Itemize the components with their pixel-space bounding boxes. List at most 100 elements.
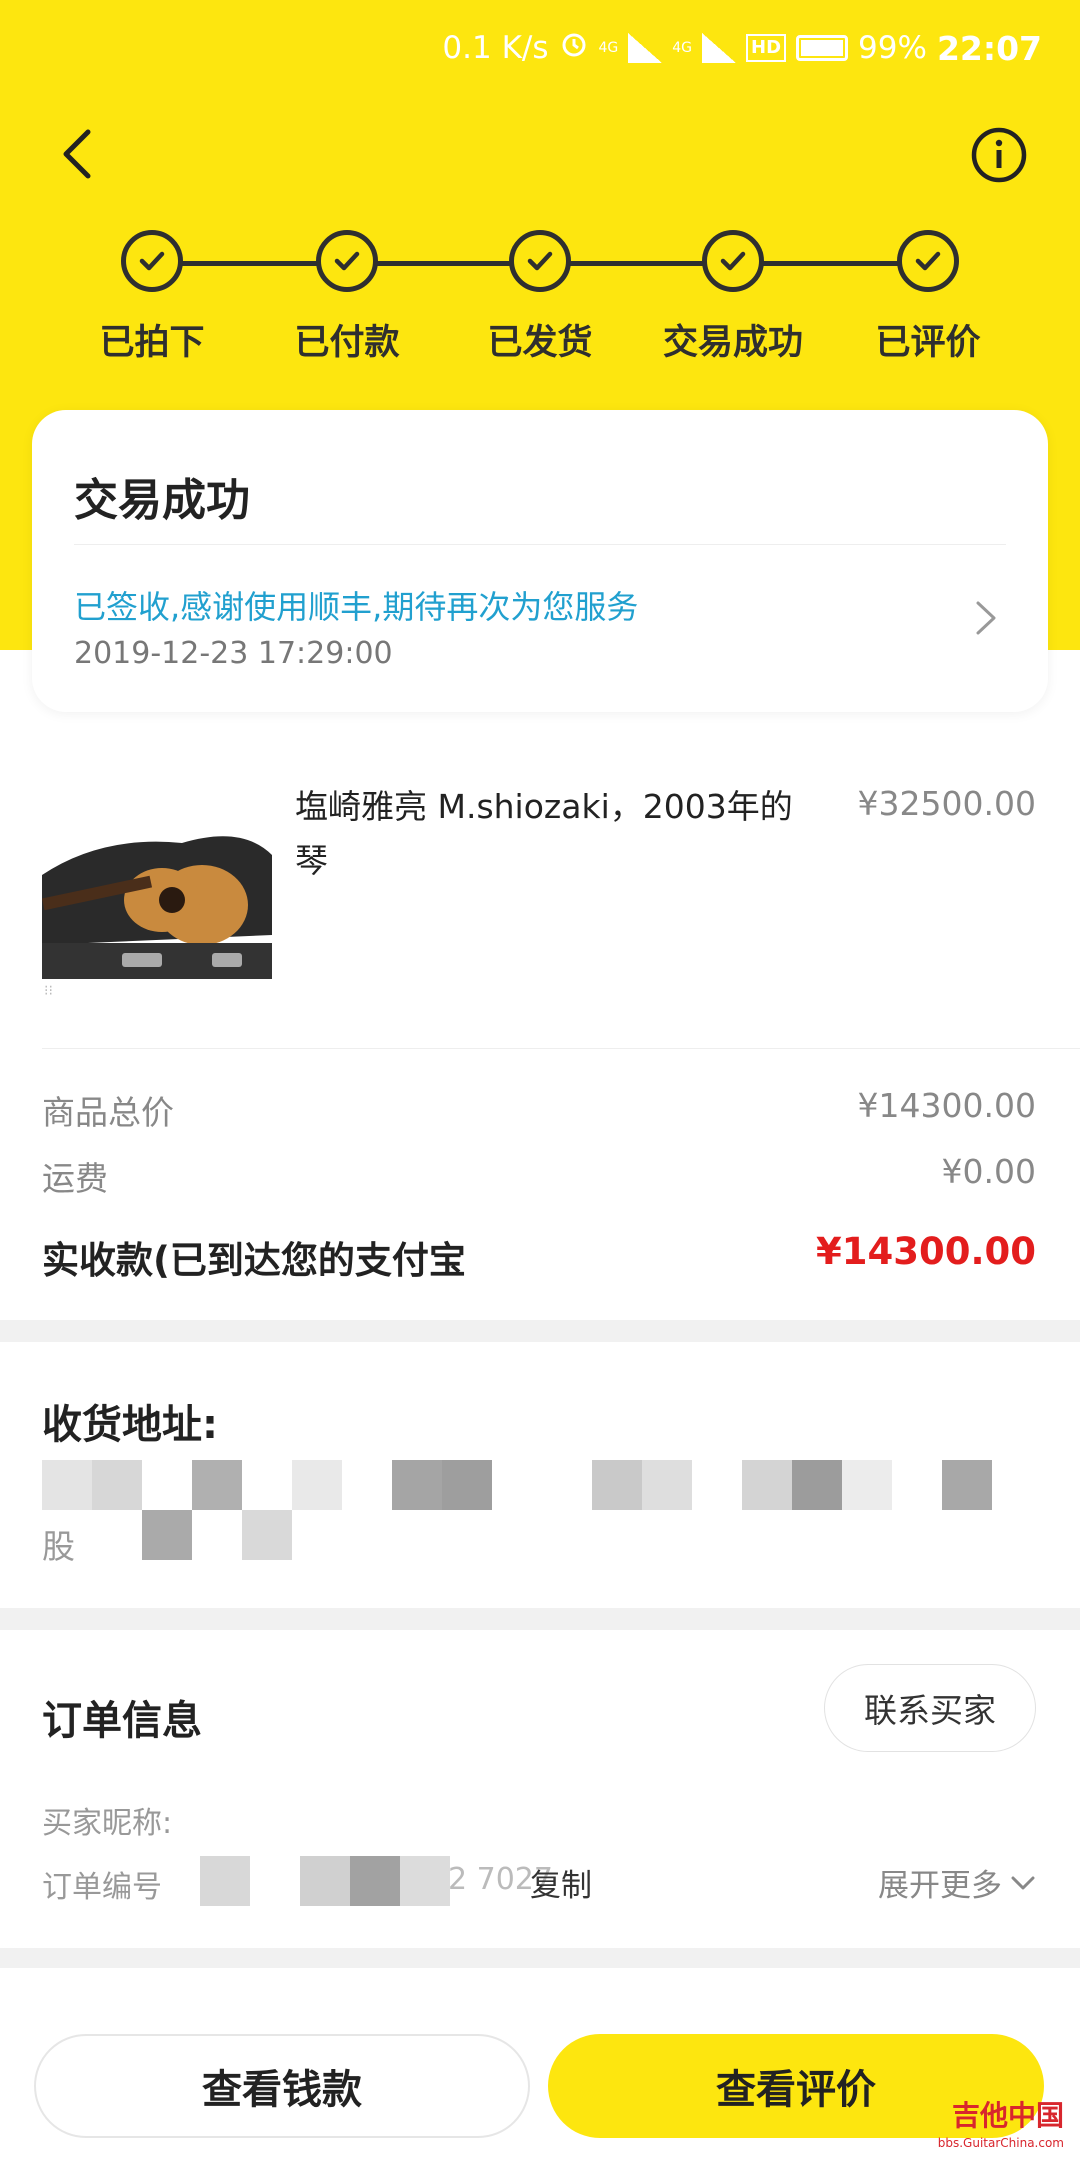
- redaction-block: [742, 1460, 792, 1510]
- copy-order-number-button[interactable]: 复制: [530, 1860, 592, 1905]
- redaction-block: [350, 1856, 400, 1906]
- status-title: 交易成功: [74, 475, 250, 526]
- redaction-block: [192, 1460, 242, 1510]
- redaction-block: [392, 1460, 442, 1510]
- check-icon: [702, 230, 764, 292]
- product-thumbnail[interactable]: ⁝⁝: [42, 795, 272, 1000]
- redaction-block: [292, 1460, 342, 1510]
- step-label: 已拍下: [99, 323, 205, 363]
- redaction-block: [542, 1460, 592, 1510]
- redaction-block: [142, 1510, 192, 1560]
- redaction-block: [642, 1460, 692, 1510]
- order-number-redacted: [200, 1856, 450, 1906]
- svg-text:⁝⁝: ⁝⁝: [44, 983, 53, 999]
- alarm-icon: [559, 29, 589, 67]
- chevron-right-icon[interactable]: [970, 598, 1000, 638]
- step-label: 已付款: [294, 323, 400, 363]
- battery-percent: 99%: [858, 30, 927, 66]
- check-icon: [897, 230, 959, 292]
- shipping-value: ¥0.00: [941, 1152, 1036, 1191]
- watermark-url: bbs.GuitarChina.com: [937, 2136, 1064, 2150]
- shipping-row: 运费 ¥0.00: [42, 1152, 1036, 1218]
- received-row: 实收款(已到达您的支付宝 ¥14300.00: [42, 1230, 1036, 1296]
- redaction-block: [300, 1856, 350, 1906]
- order-progress: 已拍下 已付款 已发货 交易成功 已评价: [0, 230, 1080, 370]
- step-reviewed: 已评价: [828, 230, 1028, 365]
- redaction-block: [442, 1460, 492, 1510]
- redaction-block: [792, 1460, 842, 1510]
- step-label: 交易成功: [662, 323, 803, 363]
- address-redacted-line: [42, 1460, 992, 1512]
- view-payment-button[interactable]: 查看钱款: [34, 2034, 530, 2138]
- expand-more-button[interactable]: 展开更多: [878, 1860, 1036, 1905]
- redaction-block: [492, 1460, 542, 1510]
- battery-icon: [796, 35, 849, 61]
- clock: 22:07: [936, 28, 1042, 68]
- step-label: 已评价: [875, 323, 981, 363]
- received-label: 实收款(已到达您的支付宝: [42, 1239, 466, 1282]
- address-heading: 收货地址:: [42, 1402, 218, 1448]
- redaction-block: [42, 1460, 92, 1510]
- watermark-logo: 吉他中国: [951, 2099, 1064, 2132]
- received-value: ¥14300.00: [815, 1230, 1036, 1273]
- section-gap: [0, 1948, 1080, 1968]
- hd-icon: HD: [746, 34, 787, 62]
- signal-icon-2: [702, 33, 737, 63]
- redaction-block: [892, 1460, 942, 1510]
- step-paid: 已付款: [247, 230, 447, 365]
- redaction-block: [142, 1460, 192, 1510]
- step-shipped: 已发货: [440, 230, 640, 365]
- network-speed: 0.1 K/s: [442, 30, 549, 66]
- network-4g-label-1: 4G: [598, 40, 619, 56]
- bottom-action-bar: 查看钱款 查看评价: [0, 1968, 1080, 2160]
- logistics-message[interactable]: 已签收,感谢使用顺丰,期待再次为您服务: [74, 582, 638, 628]
- address-redacted-line-2: [142, 1510, 292, 1562]
- step-ordered: 已拍下: [52, 230, 252, 365]
- expand-more-label: 展开更多: [878, 1868, 1002, 1904]
- logistics-timestamp: 2019-12-23 17:29:00: [74, 636, 393, 671]
- product-title: 塩崎雅亮 M.shiozaki，2003年的琴: [295, 787, 793, 880]
- check-icon: [509, 230, 571, 292]
- redaction-block: [842, 1460, 892, 1510]
- info-button[interactable]: [970, 126, 1028, 184]
- redaction-block: [192, 1510, 242, 1560]
- subtotal-value: ¥14300.00: [857, 1086, 1036, 1125]
- chevron-left-icon: [63, 129, 91, 179]
- redaction-block: [342, 1460, 392, 1510]
- status-bar: 0.1 K/s 4G 4G HD 99% 22:07: [0, 0, 1080, 96]
- subtotal-label: 商品总价: [42, 1093, 174, 1132]
- status-card: 交易成功 已签收,感谢使用顺丰,期待再次为您服务 2019-12-23 17:2…: [32, 410, 1048, 712]
- price-breakdown: 商品总价 ¥14300.00 运费 ¥0.00 实收款(已到达您的支付宝 ¥14…: [42, 1086, 1036, 1296]
- section-gap: [0, 1320, 1080, 1342]
- check-icon: [316, 230, 378, 292]
- redaction-block: [942, 1460, 992, 1510]
- section-gap: [0, 1608, 1080, 1630]
- redaction-block: [242, 1510, 292, 1560]
- address-line2-prefix: 股: [42, 1527, 75, 1566]
- redaction-block: [592, 1460, 642, 1510]
- network-4g-label-2: 4G: [672, 40, 693, 56]
- redaction-block: [250, 1856, 300, 1906]
- redaction-block: [692, 1460, 742, 1510]
- info-icon: [971, 127, 1027, 183]
- divider: [42, 1048, 1080, 1049]
- signal-icon: [628, 33, 663, 63]
- divider: [74, 544, 1006, 545]
- nav-bar: [0, 110, 1080, 200]
- product-row[interactable]: ⁝⁝ 塩崎雅亮 M.shiozaki，2003年的琴 ¥32500.00: [0, 760, 1080, 1050]
- redaction-block: [200, 1856, 250, 1906]
- subtotal-row: 商品总价 ¥14300.00: [42, 1086, 1036, 1152]
- back-button[interactable]: [50, 124, 110, 184]
- chevron-down-icon: [1011, 1876, 1035, 1889]
- check-icon: [121, 230, 183, 292]
- redaction-block: [92, 1460, 142, 1510]
- order-number-label: 订单编号: [42, 1870, 162, 1905]
- contact-buyer-button[interactable]: 联系买家: [824, 1664, 1036, 1752]
- redaction-block: [400, 1856, 450, 1906]
- buyer-nickname-label: 买家昵称:: [42, 1806, 173, 1841]
- product-price: ¥32500.00: [857, 784, 1036, 823]
- step-label: 已发货: [487, 323, 593, 363]
- shipping-label: 运费: [42, 1159, 108, 1198]
- order-info-section: 订单信息 联系买家 买家昵称: 订单编号 2 7027 复制 展开更多: [0, 1630, 1080, 1948]
- redaction-block: [242, 1460, 292, 1510]
